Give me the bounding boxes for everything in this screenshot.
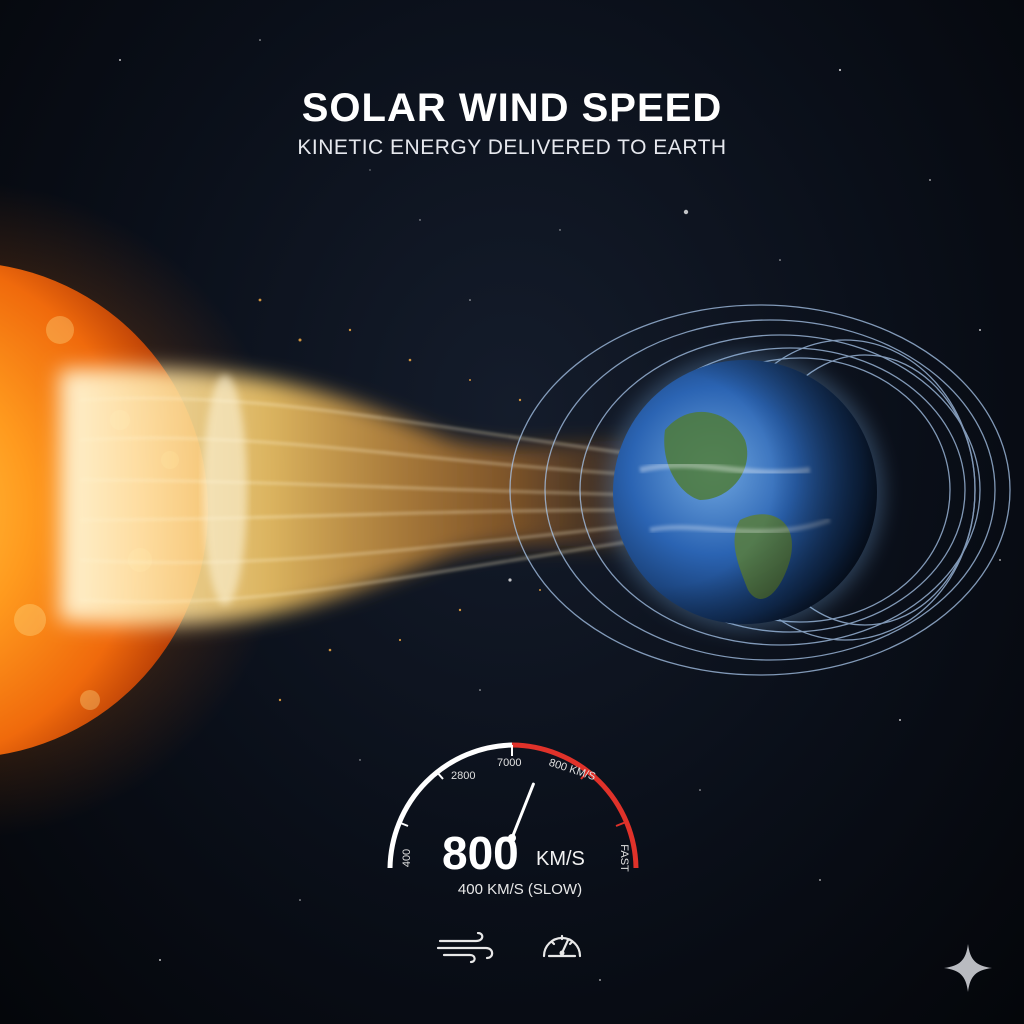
earth [607,354,883,630]
gauge-tick-label: 400 [401,848,414,868]
gauge-unit: KM/S [536,848,585,870]
page-title: SOLAR WIND SPEED [301,86,723,130]
speedometer-icon [542,934,582,958]
gauge-caption: 400 KM/S (SLOW) [457,881,583,898]
gauge-tick-label: FAST [617,844,630,872]
page-subtitle: KINETIC ENERGY DELIVERED TO EARTH [297,136,727,159]
scene: SOLAR WIND SPEED KINETIC ENERGY DELIVERE… [0,0,1024,1024]
gauge-tick-label: 7000 [497,757,522,769]
gauge-value: 800 [442,827,519,879]
sparkle-icon [944,944,992,992]
wind-icon [436,932,494,964]
gauge-tick-label: 2800 [451,770,476,782]
